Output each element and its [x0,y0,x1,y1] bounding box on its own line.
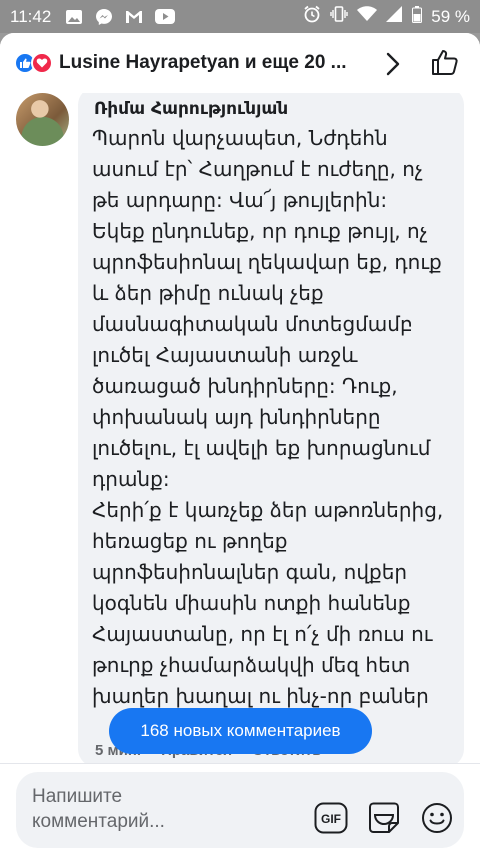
chevron-right-icon[interactable] [385,51,401,81]
reactions-header[interactable]: Lusine Hayrapetyan и еще 20 ... [0,33,480,93]
gif-icon[interactable]: GIF [314,802,348,838]
comment-list: Ռիմա Հարությունյան Պարոն վարչապետ, Նժդեհ… [0,93,480,765]
emoji-icon[interactable] [421,802,453,838]
alarm-icon [303,5,321,28]
comment-bubble[interactable]: Ռիմա Հարությունյան Պարոն վարչապետ, Նժդեհ… [78,93,464,765]
vibrate-icon [330,5,348,28]
gmail-icon [125,9,143,25]
love-reaction-icon [31,52,53,74]
status-time: 11:42 [10,6,52,26]
comment-author[interactable]: Ռիմա Հարությունյան [94,97,450,121]
system-icons: 59 % [303,5,470,28]
comment-placeholder: Напишите комментарий... [32,786,165,832]
comment-text: Պարոն վարչապետ, Նժդեհն ասում էր՝ Հաղթում… [92,126,444,708]
photo-icon [65,8,83,26]
thumbs-up-icon[interactable] [430,47,460,81]
messenger-icon [95,8,113,26]
composer-bar: Напишите комментарий... GIF [0,763,480,853]
new-comments-button[interactable]: 168 новых комментариев [109,708,372,754]
avatar[interactable] [16,93,69,146]
youtube-icon [155,9,176,24]
reaction-summary[interactable] [14,52,53,74]
signal-icon [386,6,403,27]
reactions-title[interactable]: Lusine Hayrapetyan и еще 20 ... [59,52,379,74]
notification-icons [65,8,176,26]
svg-text:GIF: GIF [321,812,341,826]
new-comments-label: 168 новых комментариев [140,721,341,740]
status-bar: 11:42 59 % [0,0,480,33]
battery-icon [412,5,423,28]
wifi-icon [357,6,378,27]
sticker-icon[interactable] [367,801,401,839]
battery-percentage: 59 % [431,6,470,26]
